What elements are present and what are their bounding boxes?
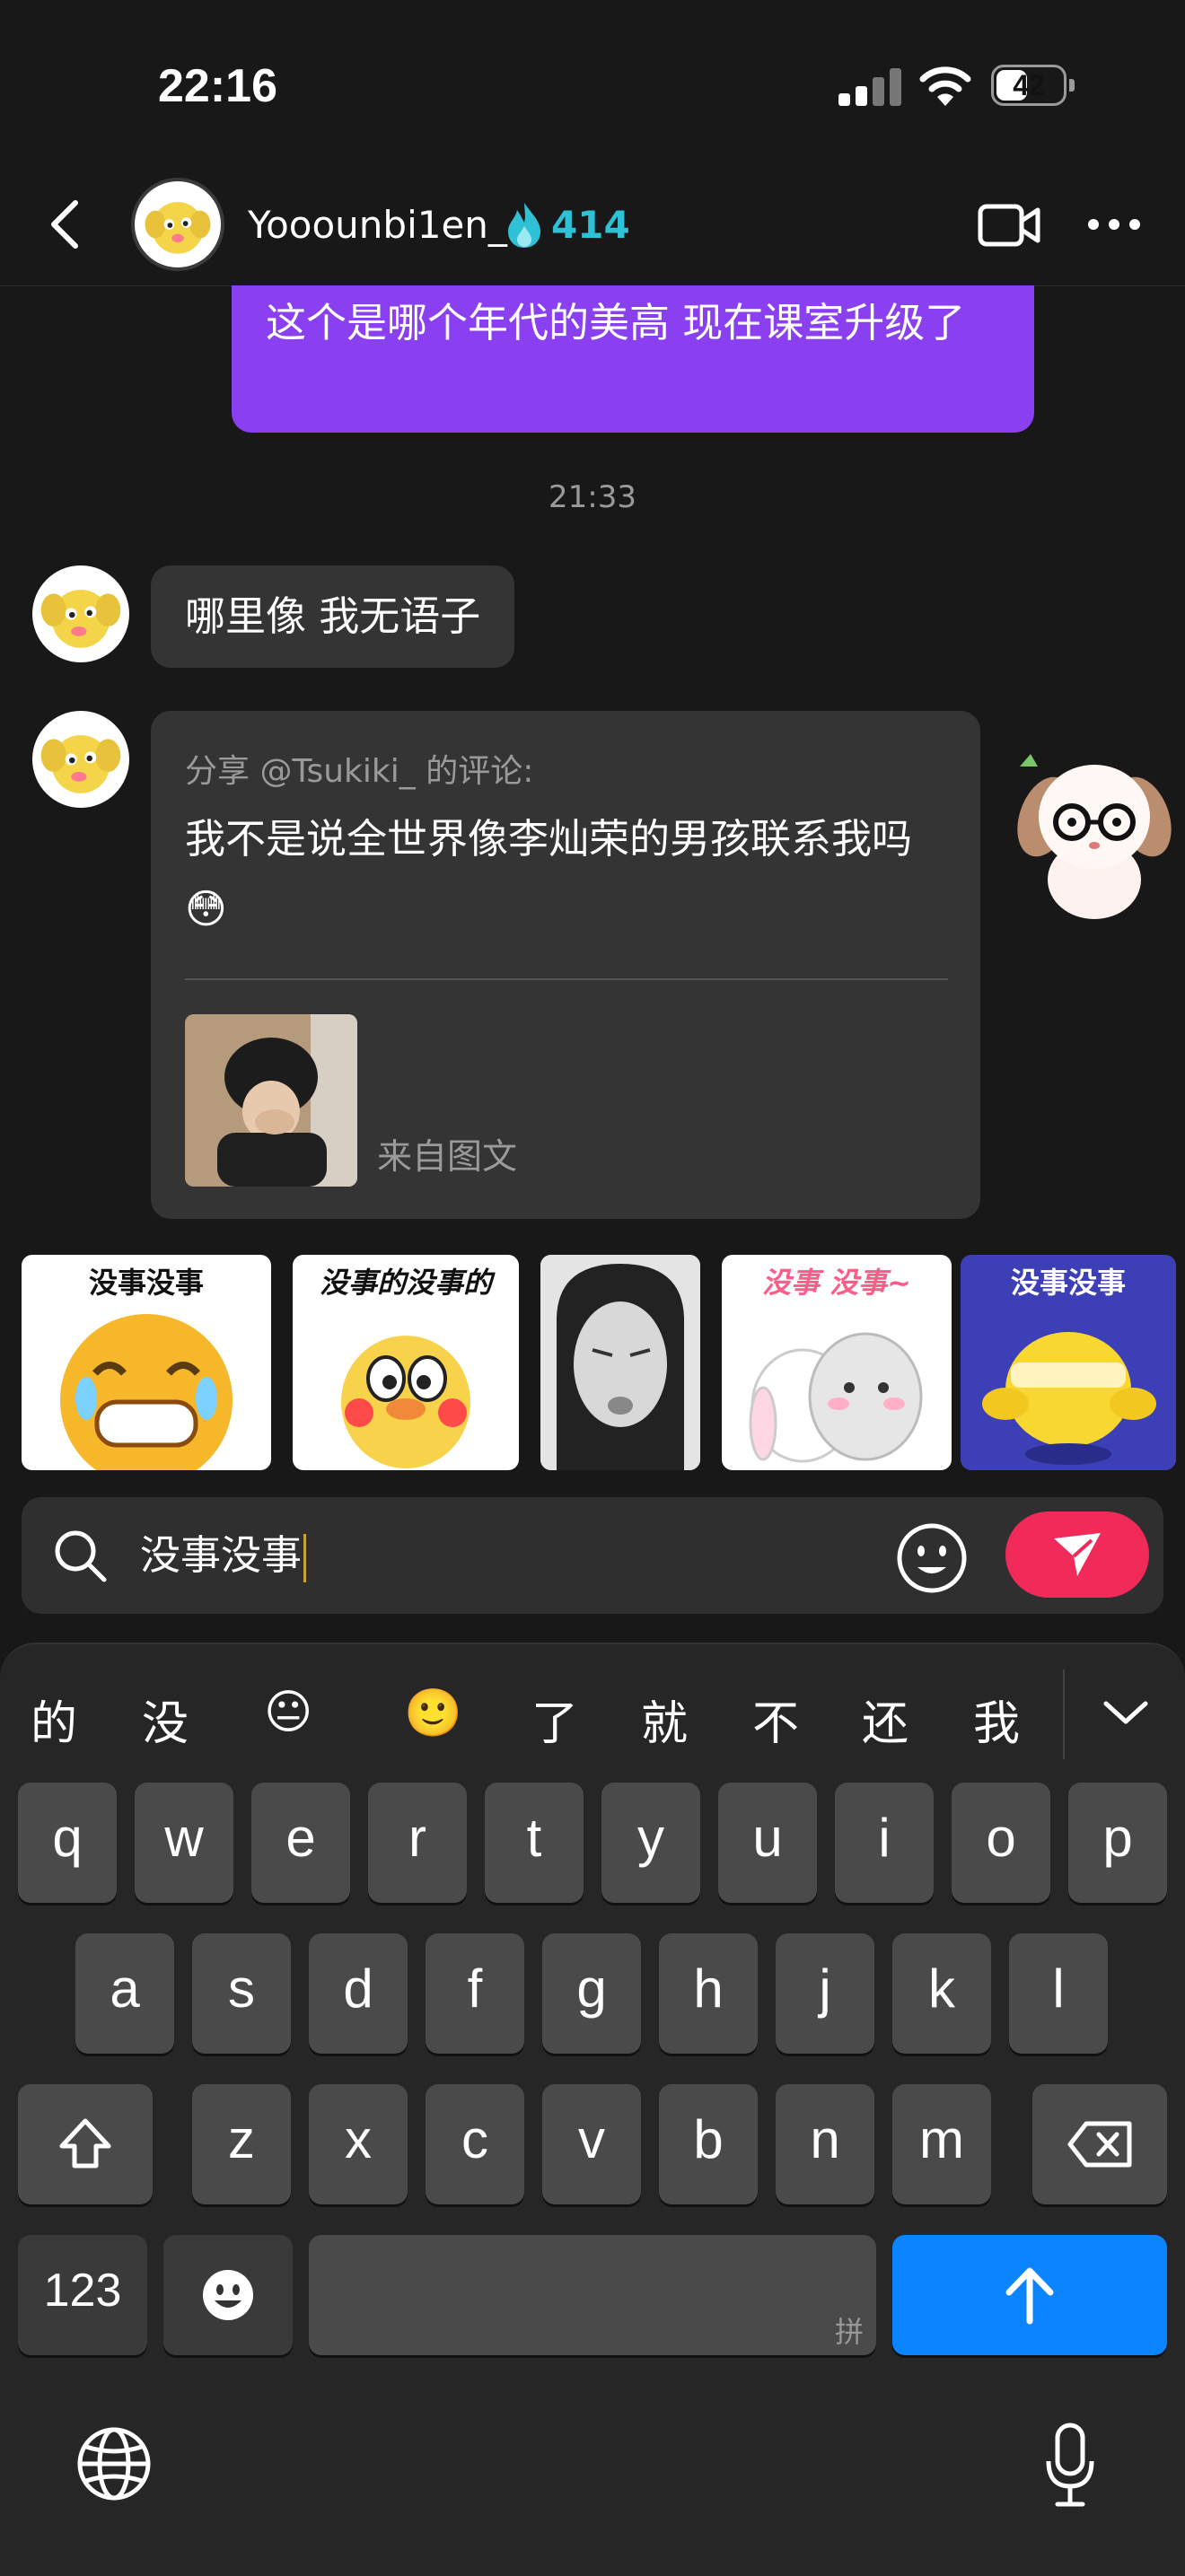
key-q[interactable]: q — [18, 1783, 117, 1903]
numbers-key[interactable]: 123 — [18, 2235, 147, 2355]
keyboard-row-4: 123 拼 — [0, 2235, 1185, 2361]
keyboard-row-2: a s d f g h j k l — [0, 1933, 1185, 2059]
received-message-bubble[interactable]: 哪里像 我无语子 — [151, 565, 515, 668]
candidate-word[interactable]: 没 — [142, 1686, 189, 1753]
smiley-icon[interactable] — [894, 1520, 970, 1596]
paper-plane-icon — [1054, 1533, 1101, 1576]
key-h[interactable]: h — [659, 1933, 758, 2054]
status-time: 22:16 — [158, 60, 277, 112]
search-icon — [55, 1530, 107, 1582]
key-u[interactable]: u — [718, 1783, 817, 1903]
flame-icon — [508, 203, 540, 248]
space-hint: 拼 — [834, 2316, 864, 2348]
header-avatar[interactable] — [131, 178, 224, 271]
chevron-down-icon[interactable] — [1101, 1696, 1151, 1729]
key-y[interactable]: y — [601, 1783, 700, 1903]
send-button[interactable] — [1005, 1511, 1149, 1598]
share-header: 分享 @Tsukiki_ 的评论: — [185, 753, 534, 790]
candidate-word[interactable]: 我 — [973, 1686, 1020, 1753]
key-e[interactable]: e — [251, 1783, 350, 1903]
sent-message-bubble[interactable]: 这个是哪个年代的美高 现在课室升级了 — [232, 285, 1034, 433]
sticker-suggestion[interactable]: 没事没事 — [961, 1255, 1176, 1470]
wifi-icon — [919, 66, 971, 106]
message-input[interactable]: 没事没事 — [140, 1529, 307, 1582]
divider — [185, 978, 948, 980]
key-f[interactable]: f — [426, 1933, 524, 2054]
candidate-emoji[interactable]: 😐 — [264, 1686, 312, 1739]
dog-sticker-image[interactable] — [1000, 736, 1185, 924]
shift-key[interactable] — [18, 2084, 153, 2204]
shared-post-thumbnail[interactable] — [185, 1014, 357, 1187]
sticker-suggestion[interactable]: 没事没事 — [22, 1255, 271, 1470]
keyboard-row-3: z x c v b n m — [0, 2084, 1185, 2210]
video-camera-icon[interactable] — [977, 201, 1041, 250]
microphone-icon[interactable] — [1043, 2422, 1097, 2508]
key-j[interactable]: j — [776, 1933, 874, 2054]
candidate-word[interactable]: 的 — [31, 1686, 77, 1753]
keyboard-row-1: q w e r t y u i o p — [0, 1783, 1185, 1908]
key-r[interactable]: r — [368, 1783, 467, 1903]
key-c[interactable]: c — [426, 2084, 524, 2204]
key-a[interactable]: a — [75, 1933, 174, 2054]
space-key[interactable]: 拼 — [309, 2235, 876, 2355]
key-n[interactable]: n — [776, 2084, 874, 2204]
key-i[interactable]: i — [835, 1783, 934, 1903]
sticker-suggestion[interactable]: 没事的没事的 — [293, 1255, 519, 1470]
cellular-signal-icon — [838, 66, 901, 106]
arrow-up-icon — [1005, 2267, 1054, 2325]
key-b[interactable]: b — [659, 2084, 758, 2204]
battery-level: 42 — [1013, 69, 1045, 101]
share-source-label: 来自图文 — [377, 1137, 518, 1178]
key-s[interactable]: s — [192, 1933, 291, 2054]
delete-key[interactable] — [1032, 2084, 1167, 2204]
candidate-word[interactable]: 就 — [641, 1686, 688, 1753]
key-l[interactable]: l — [1009, 1933, 1108, 2054]
shift-icon — [59, 2118, 111, 2169]
key-p[interactable]: p — [1068, 1783, 1167, 1903]
face-sticker-image[interactable] — [540, 1255, 700, 1470]
sticker-suggestion[interactable]: 没事 没事~ — [722, 1255, 952, 1470]
key-x[interactable]: x — [309, 2084, 408, 2204]
key-d[interactable]: d — [309, 1933, 408, 2054]
globe-icon[interactable] — [75, 2425, 153, 2502]
key-t[interactable]: t — [485, 1783, 584, 1903]
emoji-face-icon — [203, 2270, 253, 2320]
chat-username[interactable]: Yooounbi1en_ — [248, 203, 507, 247]
backspace-icon — [1067, 2121, 1132, 2168]
text-caret — [303, 1534, 307, 1582]
key-k[interactable]: k — [892, 1933, 991, 2054]
key-m[interactable]: m — [892, 2084, 991, 2204]
more-dots-icon[interactable] — [1088, 219, 1140, 232]
key-z[interactable]: z — [192, 2084, 291, 2204]
candidate-word[interactable]: 不 — [752, 1686, 799, 1753]
sender-avatar[interactable] — [32, 711, 129, 808]
share-comment-text: 我不是说全世界像李灿荣的男孩联系我吗😳 — [185, 815, 913, 933]
sender-avatar[interactable] — [32, 565, 129, 662]
streak-score: 414 — [551, 203, 630, 247]
candidate-word[interactable]: 了 — [531, 1686, 578, 1753]
return-key[interactable] — [892, 2235, 1167, 2355]
shared-comment-card[interactable]: 分享 @Tsukiki_ 的评论: 我不是说全世界像李灿荣的男孩联系我吗😳 来自… — [151, 711, 980, 1219]
battery-icon: 42 — [991, 65, 1075, 106]
emoji-key[interactable] — [163, 2235, 293, 2355]
key-w[interactable]: w — [135, 1783, 233, 1903]
candidate-divider — [1063, 1669, 1065, 1759]
candidate-emoji[interactable]: 🙂 — [404, 1686, 462, 1740]
key-o[interactable]: o — [952, 1783, 1050, 1903]
key-g[interactable]: g — [542, 1933, 641, 2054]
candidate-word[interactable]: 还 — [862, 1686, 908, 1753]
message-timestamp: 21:33 — [549, 479, 636, 515]
input-value: 没事没事 — [140, 1531, 303, 1579]
key-v[interactable]: v — [542, 2084, 641, 2204]
chevron-left-icon[interactable] — [43, 197, 88, 251]
